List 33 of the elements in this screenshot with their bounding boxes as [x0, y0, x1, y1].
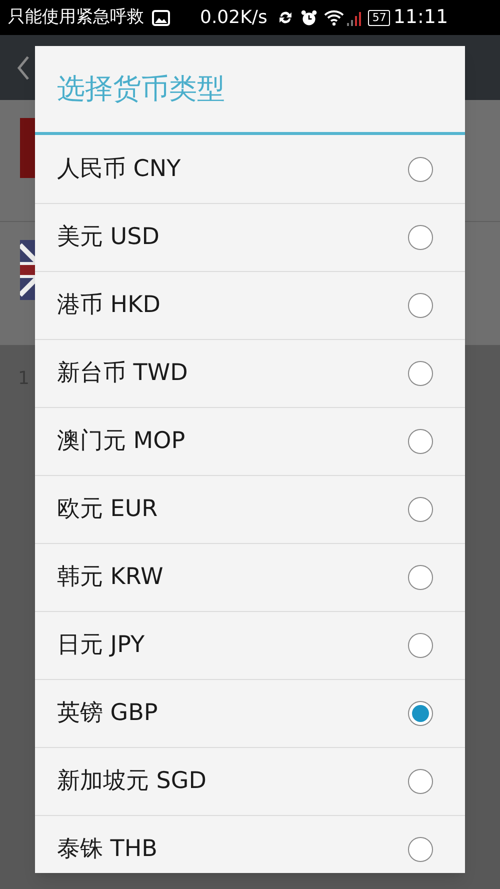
- status-notice: 只能使用紧急呼救: [8, 6, 144, 29]
- radio-button[interactable]: [408, 565, 433, 590]
- wifi-icon: [324, 9, 344, 26]
- radio-button[interactable]: [408, 156, 433, 182]
- currency-option[interactable]: 日元 JPY: [35, 611, 465, 679]
- network-speed: 0.02K/s: [200, 6, 268, 30]
- radio-button[interactable]: [408, 293, 433, 318]
- currency-option[interactable]: 澳门元 MOP: [35, 407, 465, 475]
- sync-icon: [277, 9, 294, 26]
- clock: 11:11: [393, 5, 448, 30]
- alarm-clock-icon: [300, 8, 318, 26]
- dialog-title: 选择货币类型: [57, 71, 225, 107]
- back-icon: [16, 54, 30, 80]
- radio-button[interactable]: [408, 633, 433, 658]
- currency-option[interactable]: 新台币 TWD: [35, 339, 465, 407]
- radio-button[interactable]: [408, 361, 433, 386]
- radio-button[interactable]: [408, 837, 433, 862]
- radio-button[interactable]: [408, 769, 433, 794]
- currency-option[interactable]: 人民币 CNY: [35, 135, 465, 203]
- currency-option[interactable]: 英镑 GBP: [35, 679, 465, 747]
- currency-option[interactable]: 港币 HKD: [35, 271, 465, 339]
- signal-icon: [347, 10, 364, 26]
- currency-option[interactable]: 新加坡元 SGD: [35, 747, 465, 815]
- currency-option[interactable]: 美元 USD: [35, 203, 465, 271]
- picture-icon: [152, 10, 170, 26]
- radio-button[interactable]: [408, 497, 433, 522]
- radio-button[interactable]: [408, 225, 433, 250]
- battery-indicator: 57: [368, 10, 390, 26]
- currency-option[interactable]: 欧元 EUR: [35, 475, 465, 543]
- currency-option[interactable]: 泰铢 THB: [35, 815, 465, 873]
- radio-button[interactable]: [408, 429, 433, 454]
- currency-option[interactable]: 韩元 KRW: [35, 543, 465, 611]
- radio-button[interactable]: [408, 701, 433, 726]
